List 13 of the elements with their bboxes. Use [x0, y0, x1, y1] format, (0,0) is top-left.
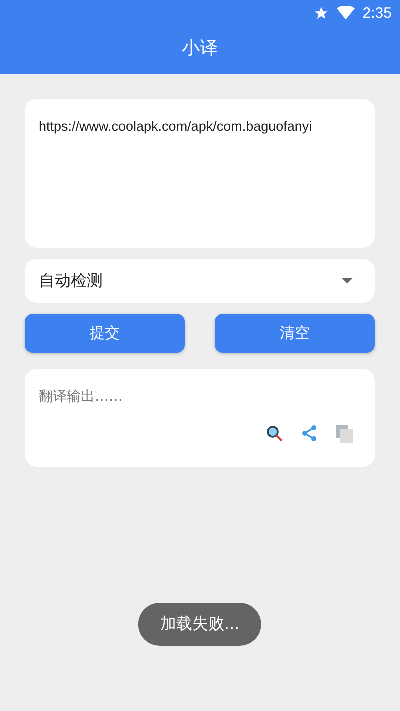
app-title: 小译	[181, 37, 219, 61]
search-icon[interactable]	[266, 425, 283, 442]
input-field[interactable]: https://www.coolapk.com/apk/com.baguofanyi	[25, 99, 375, 248]
toast-message: 加载失败...	[138, 603, 262, 646]
wifi-icon	[336, 6, 355, 20]
dropdown-arrow-icon	[342, 278, 353, 284]
star-icon	[314, 6, 329, 20]
share-icon[interactable]	[301, 425, 318, 442]
clear-button[interactable]: 清空	[215, 314, 375, 353]
copy-icon[interactable]	[336, 425, 353, 443]
language-dropdown[interactable]: 自动检测	[25, 259, 375, 303]
clock: 2:35	[362, 4, 392, 22]
submit-button[interactable]: 提交	[25, 314, 185, 353]
